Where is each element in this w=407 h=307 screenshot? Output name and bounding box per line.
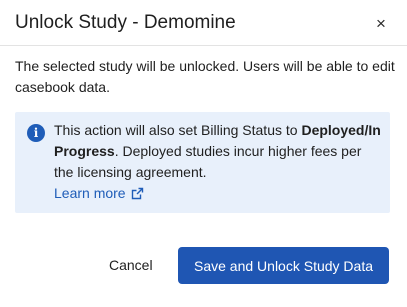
learn-more-link[interactable]: Learn more [54, 183, 144, 204]
cancel-button[interactable]: Cancel [109, 257, 153, 273]
dialog-description: The selected study will be unlocked. Use… [15, 58, 395, 95]
save-and-unlock-button[interactable]: Save and Unlock Study Data [178, 247, 389, 284]
info-text-before: This action will also set Billing Status… [54, 122, 298, 138]
info-callout: i This action will also set Billing Stat… [15, 112, 390, 213]
close-button[interactable]: × [369, 11, 393, 35]
unlock-study-dialog: Unlock Study - Demomine × The selected s… [0, 0, 407, 307]
external-link-icon [131, 187, 143, 200]
close-icon: × [376, 13, 386, 33]
info-icon: i [27, 124, 45, 142]
dialog-header: Unlock Study - Demomine × [0, 0, 407, 46]
learn-more-label: Learn more [54, 185, 126, 201]
info-message: This action will also set Billing Status… [54, 120, 384, 204]
dialog-title: Unlock Study - Demomine [15, 12, 236, 33]
